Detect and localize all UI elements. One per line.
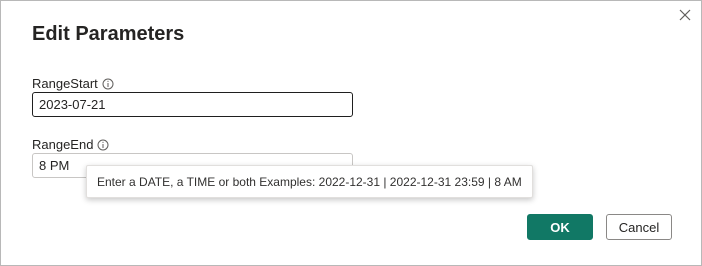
range-end-label: RangeEnd <box>32 137 94 152</box>
info-icon[interactable] <box>97 139 109 151</box>
range-start-label: RangeStart <box>32 76 98 91</box>
info-tooltip: Enter a DATE, a TIME or both Examples: 2… <box>86 165 533 198</box>
range-end-label-row: RangeEnd <box>32 137 109 152</box>
range-start-label-row: RangeStart <box>32 76 114 91</box>
ok-button[interactable]: OK <box>527 214 593 240</box>
close-icon[interactable] <box>677 7 693 23</box>
cancel-button[interactable]: Cancel <box>606 214 672 240</box>
range-start-input[interactable] <box>32 92 353 117</box>
edit-parameters-dialog: Edit Parameters RangeStart RangeEnd Ente… <box>0 0 702 266</box>
info-icon[interactable] <box>102 78 114 90</box>
dialog-title: Edit Parameters <box>32 23 185 45</box>
